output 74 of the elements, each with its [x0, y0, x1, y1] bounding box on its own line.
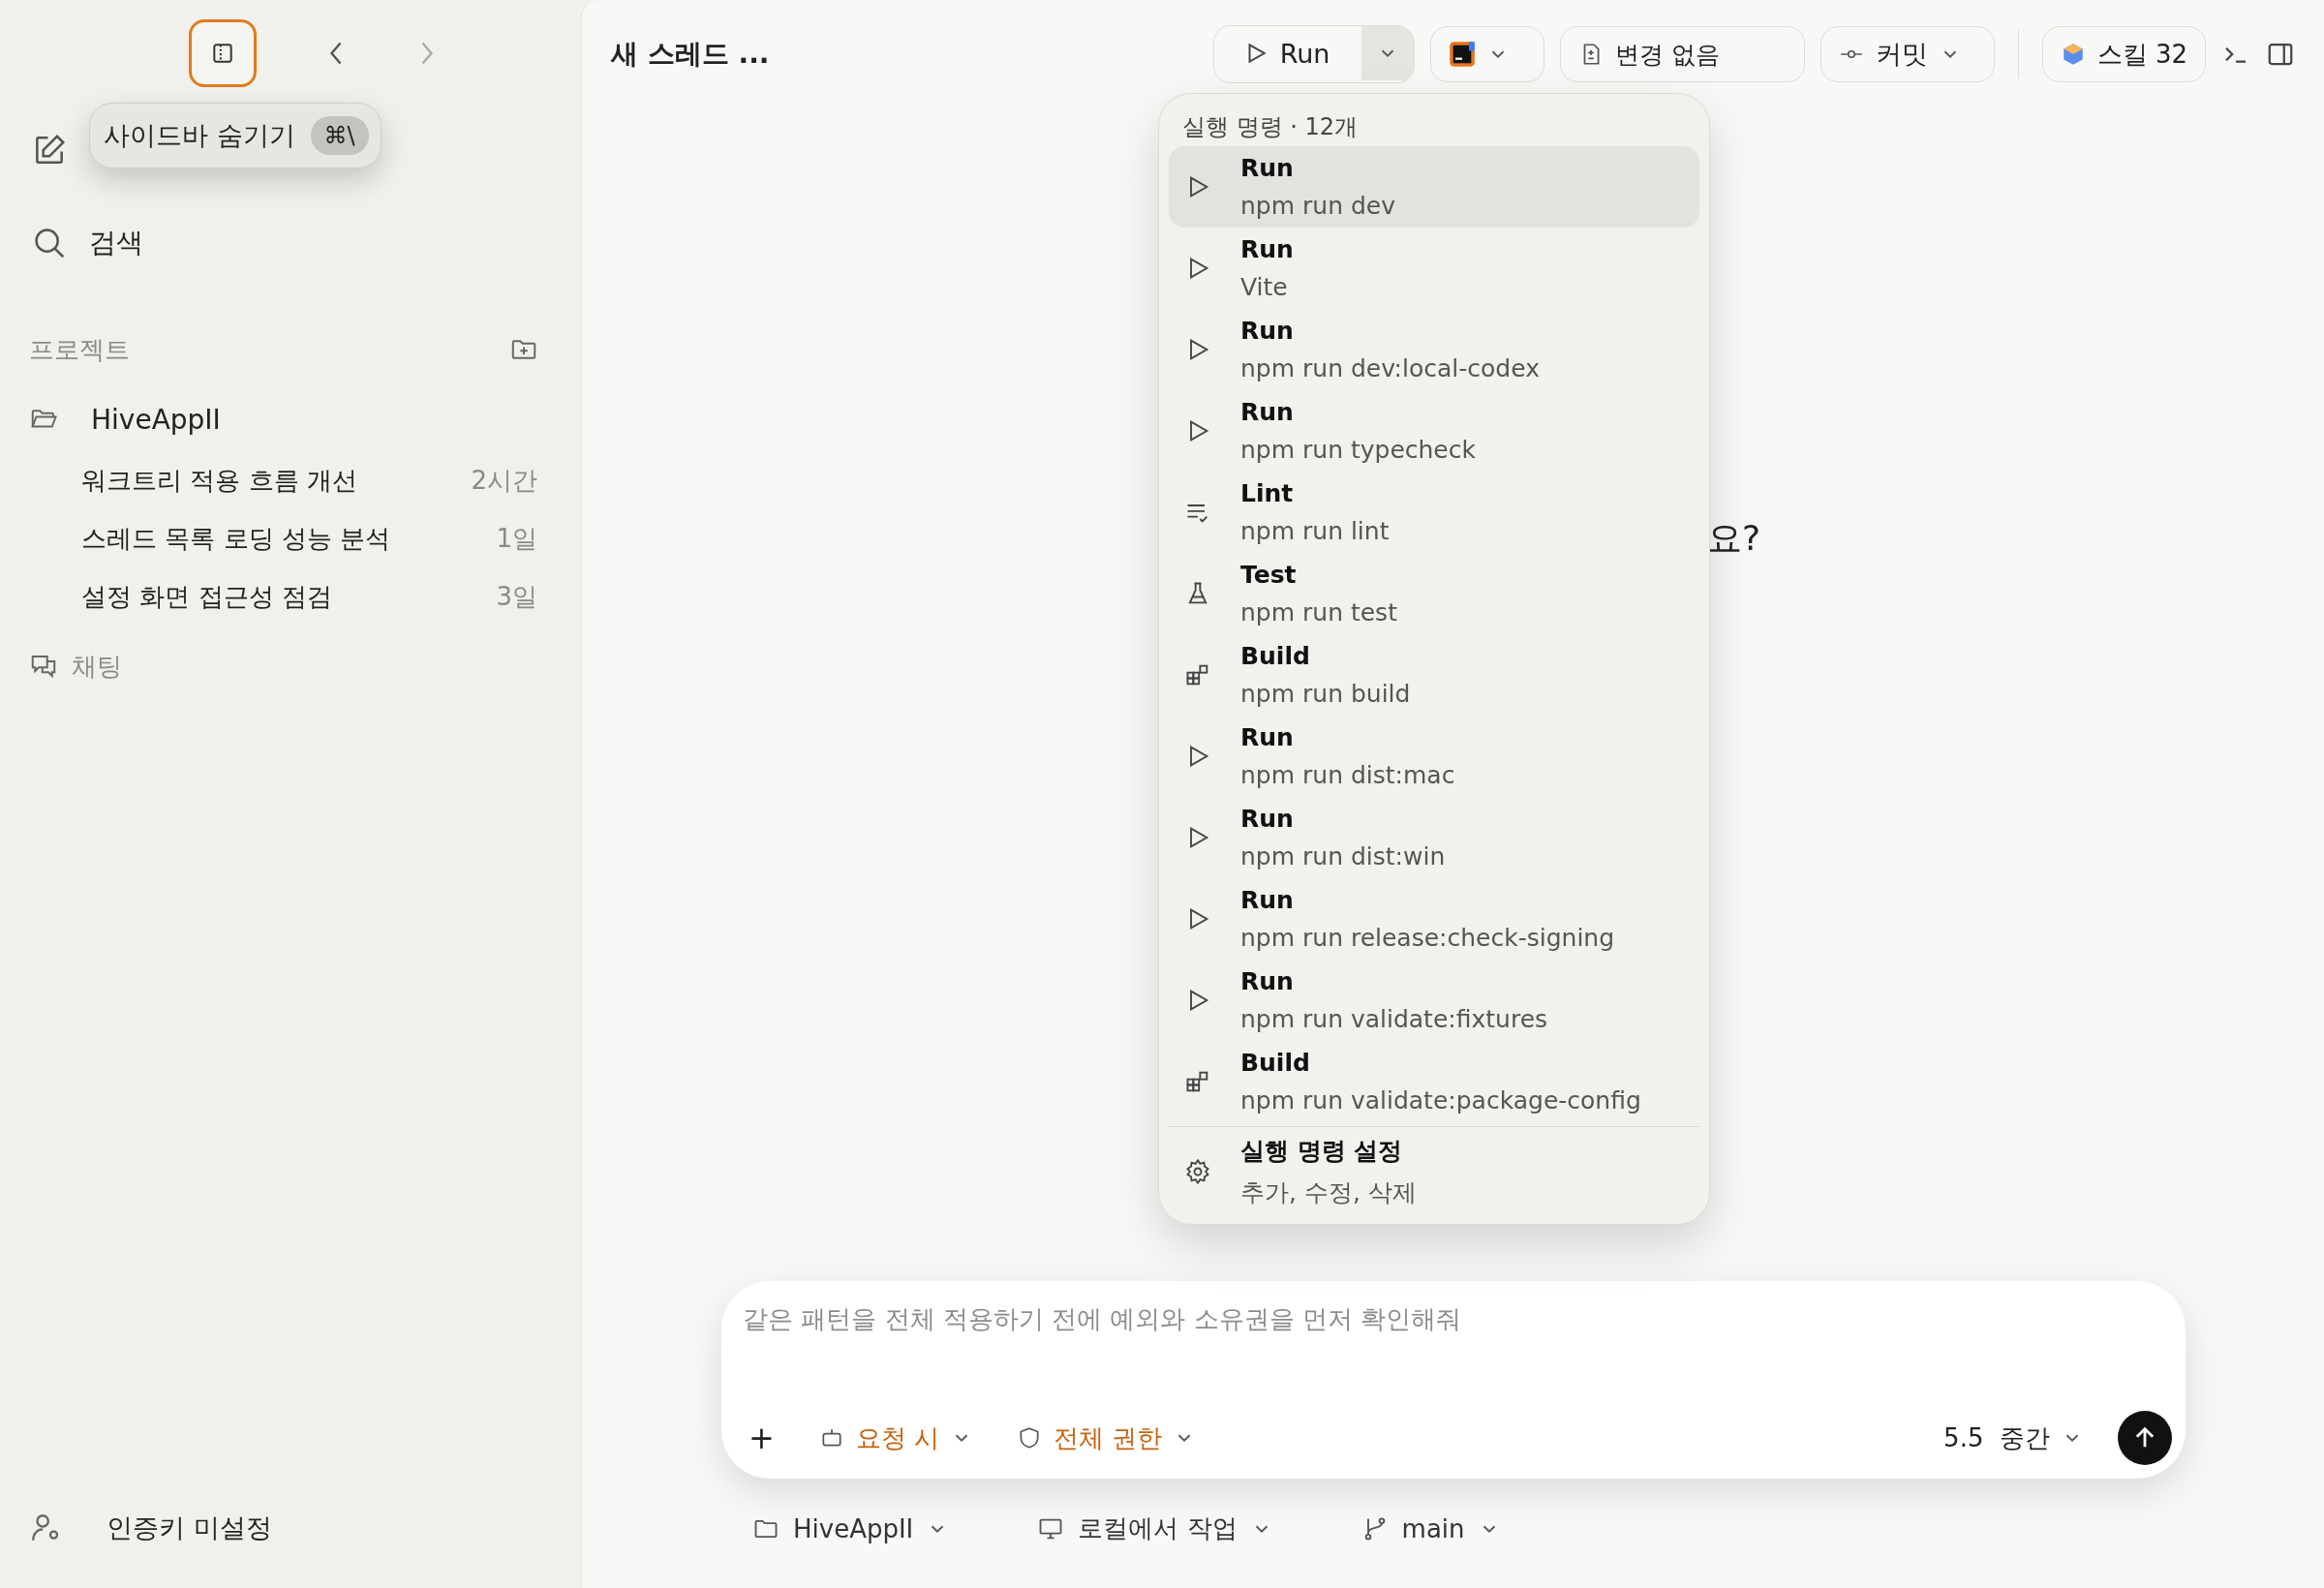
command-text: npm run dev — [1240, 192, 1395, 220]
thread-title: 새 스레드 ... — [611, 37, 770, 72]
menu-item[interactable]: Run npm run validate:fixtures — [1169, 960, 1699, 1041]
tooltip-label: 사이드바 숨기기 — [104, 119, 295, 152]
thread-title: 워크트리 적용 흐름 개선 — [81, 464, 357, 497]
approval-dropdown[interactable]: 요청 시 — [809, 1415, 983, 1461]
command-name: Run — [1240, 967, 1295, 995]
command-text: npm run dev:local-codex — [1240, 354, 1540, 382]
thread-title: 스레드 목록 로딩 성능 분석 — [81, 522, 391, 555]
menu-item[interactable]: Run npm run dist:win — [1169, 797, 1699, 878]
project-dropdown[interactable]: HiveAppII — [747, 1512, 955, 1544]
command-text: npm run test — [1240, 598, 1397, 626]
thread-item[interactable]: 워크트리 적용 흐름 개선 2시간 — [29, 451, 552, 509]
command-text: npm run release:check-signing — [1240, 924, 1615, 952]
shortcut-key: ⌘\ — [310, 116, 369, 155]
command-text: npm run validate:package-config — [1240, 1086, 1641, 1115]
command-name: Run — [1240, 886, 1295, 914]
sidebar-toggle-button[interactable] — [189, 19, 257, 87]
command-text: npm run lint — [1240, 517, 1390, 545]
menu-item[interactable]: Run npm run release:check-signing — [1169, 878, 1699, 960]
command-name: Run — [1240, 154, 1295, 182]
settings-icon — [1184, 1158, 1211, 1185]
menu-item[interactable]: Test npm run test — [1169, 553, 1699, 634]
heading-text: 요? — [1707, 518, 1761, 558]
settings-description: 추가, 수정, 삭제 — [1240, 1177, 1417, 1208]
menu-item[interactable]: 실행 명령 설정 추가, 수정, 삭제 — [1169, 1131, 1699, 1212]
command-text: npm run build — [1240, 680, 1411, 708]
thread-item[interactable]: 설정 화면 접근성 점검 3일 — [29, 567, 552, 626]
command-name: Run — [1240, 805, 1295, 833]
menu-title: 실행 명령 · 12개 — [1181, 112, 1360, 142]
sidebar-icon — [210, 41, 235, 66]
send-button[interactable] — [2118, 1411, 2172, 1465]
command-name: Build — [1240, 1049, 1311, 1077]
add-button[interactable]: + — [739, 1414, 784, 1462]
thread-time: 2시간 — [471, 464, 537, 497]
menu-item[interactable]: Run npm run dev:local-codex — [1169, 309, 1699, 390]
command-text: Vite — [1240, 273, 1289, 301]
menu-item[interactable]: Run npm run dist:mac — [1169, 716, 1699, 797]
project-item[interactable]: HiveAppII — [29, 387, 552, 451]
command-name: Run — [1240, 317, 1295, 345]
commit-button[interactable]: 커밋 — [1819, 26, 1995, 82]
permission-dropdown[interactable]: 전체 권한 — [1007, 1415, 1206, 1461]
command-text: npm run dist:mac — [1240, 761, 1455, 789]
command-text: npm run dist:win — [1240, 842, 1446, 870]
command-name: Run — [1240, 723, 1295, 751]
model-dropdown[interactable]: 5.5 중간 — [1934, 1415, 2093, 1461]
menu-item[interactable]: Run Vite — [1169, 228, 1699, 309]
thread-title: 설정 화면 접근성 점검 — [81, 580, 332, 613]
command-name: Build — [1240, 642, 1311, 670]
menu-item[interactable]: Run npm run dev — [1169, 146, 1699, 228]
section-title: 프로젝트 — [29, 333, 130, 366]
prompt-field[interactable]: 같은 패턴을 전체 적용하기 전에 예외와 소유권을 먼저 확인해줘 — [739, 1298, 2172, 1339]
thread-time: 3일 — [496, 580, 537, 613]
command-text: npm run typecheck — [1240, 436, 1476, 464]
command-name: Lint — [1240, 479, 1295, 507]
app-icon — [1448, 41, 1476, 68]
menu-item[interactable]: Build npm run validate:package-config — [1169, 1041, 1699, 1122]
menu-item[interactable]: Lint npm run lint — [1169, 472, 1699, 553]
skills-button[interactable]: 스킬 32 — [2041, 26, 2206, 82]
menu-item[interactable]: Build npm run build — [1169, 634, 1699, 716]
environment-dropdown[interactable]: 로컬에서 작업 — [1031, 1511, 1278, 1546]
app-picker-button[interactable] — [1429, 26, 1544, 82]
thread-item[interactable]: 스레드 목록 로딩 성능 분석 1일 — [29, 509, 552, 567]
settings-label: 실행 명령 설정 — [1240, 1136, 1404, 1167]
menu-item[interactable]: Run npm run typecheck — [1169, 390, 1699, 472]
branch-dropdown[interactable]: main — [1355, 1512, 1506, 1544]
changes-button[interactable]: 변경 없음 — [1559, 26, 1805, 82]
command-text: npm run validate:fixtures — [1240, 1005, 1548, 1033]
search-item[interactable]: 검색 — [29, 201, 552, 285]
command-name: Run — [1240, 235, 1294, 263]
auth-item[interactable]: 인증키 미설정 — [29, 1499, 552, 1557]
command-name: Test — [1240, 561, 1298, 589]
command-name: Run — [1240, 398, 1295, 426]
thread-time: 1일 — [496, 522, 537, 555]
